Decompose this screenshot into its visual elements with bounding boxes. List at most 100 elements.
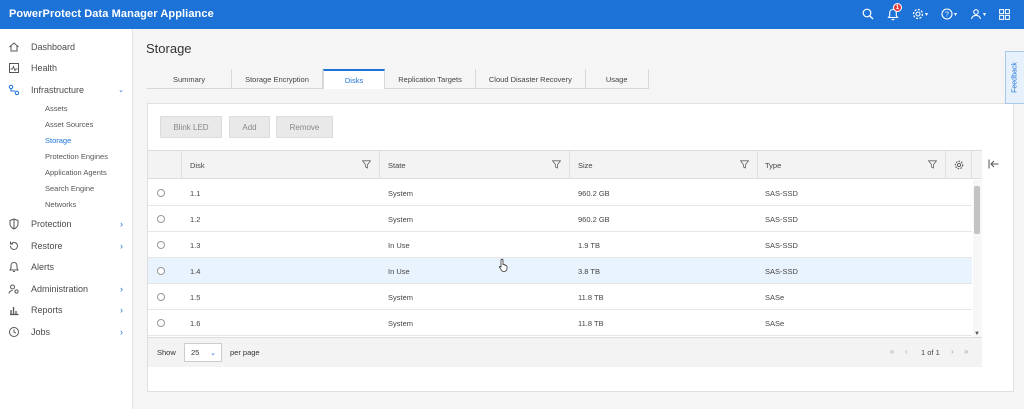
tab-replication-targets[interactable]: Replication Targets [385, 69, 476, 89]
sidebar-subitem-application-agents[interactable]: Application Agents [45, 168, 107, 177]
sidebar-item-infrastructure[interactable]: Infrastructure ⌄ [0, 80, 133, 100]
sidebar-item-alerts[interactable]: Alerts [0, 257, 133, 277]
last-page-icon[interactable]: » [964, 347, 968, 356]
sidebar-subitem-protection-engines[interactable]: Protection Engines [45, 152, 108, 161]
cell-state: System [388, 188, 414, 198]
cell-type: SASe [765, 318, 785, 328]
previous-page-icon[interactable]: ‹ [905, 347, 908, 356]
tab-storage-encryption[interactable]: Storage Encryption [232, 69, 323, 89]
table-row[interactable]: 1.1 System 960.2 GB SAS-SSD [148, 180, 972, 206]
row-select-radio[interactable] [157, 293, 165, 301]
blink-led-button[interactable]: Blink LED [160, 116, 222, 138]
help-icon: ? [941, 8, 953, 20]
scrollbar-thumb[interactable] [974, 186, 980, 234]
sidebar-subitem-search-engine[interactable]: Search Engine [45, 184, 94, 193]
filter-icon[interactable] [362, 160, 371, 169]
sidebar-subitem-assets[interactable]: Assets [45, 104, 68, 113]
table-scrollbar[interactable]: ▼ [973, 180, 982, 337]
row-select-radio[interactable] [157, 189, 165, 197]
sidebar-item-label: Infrastructure [31, 85, 85, 95]
chevron-down-icon: ⌄ [210, 350, 216, 357]
sidebar-item-reports[interactable]: Reports › [0, 300, 133, 320]
cell-disk: 1.5 [190, 292, 201, 302]
column-header-type[interactable]: Type [758, 151, 946, 179]
table-row[interactable]: 1.2 System 960.2 GB SAS-SSD [148, 206, 972, 232]
cell-size: 960.2 GB [578, 214, 610, 224]
sidebar-subitem-asset-sources[interactable]: Asset Sources [45, 120, 93, 129]
column-header-disk[interactable]: Disk [182, 151, 380, 179]
page-size-select[interactable]: 25 ⌄ [184, 343, 222, 362]
remove-button[interactable]: Remove [276, 116, 333, 138]
tab-summary[interactable]: Summary [147, 69, 233, 89]
table-row[interactable]: 1.6 System 11.8 TB SASe [148, 310, 972, 336]
cell-size: 3.8 TB [578, 266, 600, 276]
header-actions: 1 ▾ ? ▾ ▾ [862, 3, 1010, 22]
sidebar-item-protection[interactable]: Protection › [0, 214, 133, 234]
first-page-icon[interactable]: « [890, 347, 894, 356]
column-header-state[interactable]: State [380, 151, 570, 179]
collapse-panel-icon[interactable] [988, 159, 1000, 169]
search-icon[interactable] [862, 6, 874, 22]
cell-size: 960.2 GB [578, 188, 610, 198]
sidebar-item-dashboard[interactable]: Dashboard [0, 37, 133, 57]
cell-state: In Use [388, 240, 410, 250]
filter-icon[interactable] [928, 160, 937, 169]
filter-icon[interactable] [552, 160, 561, 169]
caret-down-icon: ▾ [953, 11, 957, 18]
help-menu[interactable]: ? ▾ [941, 6, 957, 22]
sidebar-item-label: Alerts [31, 262, 55, 272]
bar-chart-icon [10, 307, 19, 316]
sidebar-item-health[interactable]: Health [0, 58, 133, 78]
feedback-tab[interactable]: Feedback [1005, 51, 1024, 104]
sidebar-item-administration[interactable]: Administration › [0, 279, 133, 299]
notification-badge: 1 [892, 3, 902, 12]
row-select-radio[interactable] [157, 319, 165, 327]
add-button[interactable]: Add [229, 116, 270, 138]
cell-disk: 1.3 [190, 240, 201, 250]
column-header-label: State [388, 160, 406, 170]
tab-usage[interactable]: Usage [586, 69, 649, 89]
cell-type: SAS-SSD [765, 188, 798, 198]
tab-cloud-disaster-recovery[interactable]: Cloud Disaster Recovery [476, 69, 586, 89]
column-header-label: Size [578, 160, 593, 170]
notifications-button[interactable]: 1 [887, 3, 902, 22]
cell-type: SAS-SSD [765, 214, 798, 224]
sidebar-item-label: Reports [31, 305, 63, 315]
cell-type: SASe [765, 292, 785, 302]
sidebar-subitem-storage[interactable]: Storage [45, 136, 71, 145]
page-indicator: 1 of 1 [921, 348, 940, 357]
app-grid-icon[interactable] [999, 6, 1010, 22]
chevron-down-icon: ⌄ [118, 87, 124, 94]
tab-bar: Summary Storage Encryption Disks Replica… [147, 69, 649, 89]
cell-disk: 1.2 [190, 214, 201, 224]
column-header-size[interactable]: Size [570, 151, 758, 179]
cell-type: SAS-SSD [765, 266, 798, 276]
column-settings-button[interactable] [946, 151, 972, 179]
settings-menu[interactable]: ▾ [912, 6, 928, 22]
column-header-label: Disk [190, 160, 205, 170]
cell-disk: 1.4 [190, 266, 201, 276]
sidebar-item-jobs[interactable]: Jobs › [0, 322, 133, 342]
tab-disks[interactable]: Disks [322, 69, 386, 89]
next-page-icon[interactable]: › [951, 347, 954, 356]
sidebar-subitem-networks[interactable]: Networks [45, 200, 76, 209]
row-select-radio[interactable] [157, 267, 165, 275]
row-select-radio[interactable] [157, 215, 165, 223]
caret-down-icon: ▾ [924, 11, 928, 18]
show-label: Show [157, 348, 176, 357]
infrastructure-icon [8, 84, 20, 96]
cell-size: 11.8 TB [578, 292, 604, 302]
sidebar-item-label: Restore [31, 241, 63, 251]
table-row[interactable]: 1.5 System 11.8 TB SASe [148, 284, 972, 310]
chevron-right-icon: › [120, 305, 123, 315]
table-row[interactable]: 1.4 In Use 3.8 TB SAS-SSD [148, 258, 972, 284]
app-title: PowerProtect Data Manager Appliance [9, 8, 214, 20]
filter-icon[interactable] [740, 160, 749, 169]
hand-cursor-icon [499, 258, 508, 272]
gear-icon [954, 160, 963, 170]
row-select-radio[interactable] [157, 241, 165, 249]
table-row[interactable]: 1.3 In Use 1.9 TB SAS-SSD [148, 232, 972, 258]
user-menu[interactable]: ▾ [970, 6, 986, 22]
select-column-header [148, 151, 182, 179]
sidebar-item-restore[interactable]: Restore › [0, 236, 133, 256]
